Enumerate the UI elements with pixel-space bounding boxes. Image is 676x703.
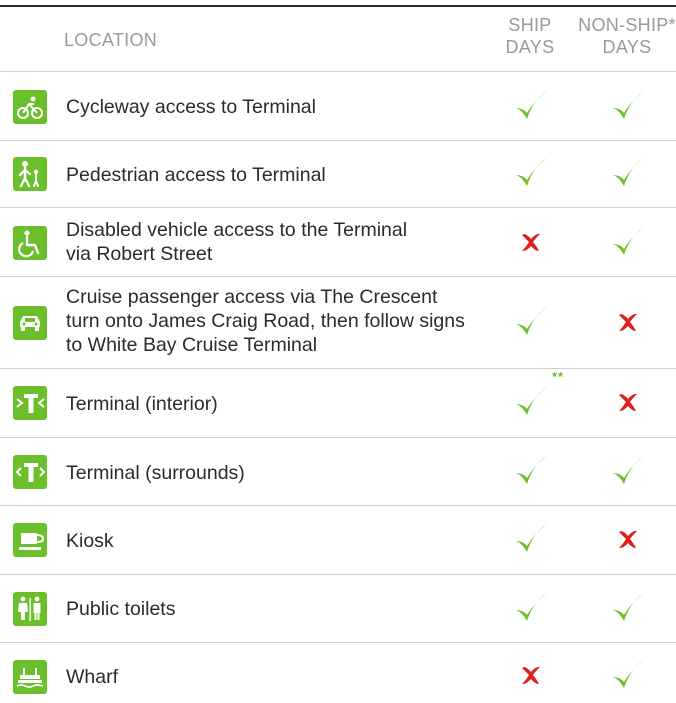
check-icon bbox=[511, 302, 551, 342]
header-ship-days: SHIP DAYS bbox=[500, 14, 560, 74]
check-icon bbox=[511, 451, 551, 491]
table-row: Cruise passenger access via The Crescent… bbox=[0, 277, 676, 369]
cross-icon bbox=[511, 222, 551, 262]
table-row: Pedestrian access to Terminal bbox=[0, 140, 676, 208]
check-icon bbox=[608, 86, 648, 126]
car-icon bbox=[13, 306, 47, 340]
row-label-line: Cruise passenger access via The Crescent bbox=[66, 286, 438, 308]
row-label: Cycleway access to Terminal bbox=[66, 96, 316, 118]
table-row: Disabled vehicle access to the Terminal … bbox=[0, 208, 676, 277]
header-nonship-line2: DAYS bbox=[602, 37, 652, 57]
cross-icon bbox=[608, 302, 648, 342]
row-label-line: turn onto James Craig Road, then follow … bbox=[66, 310, 465, 332]
row-label: Wharf bbox=[66, 666, 119, 688]
pedestrian-icon bbox=[13, 157, 47, 191]
row-label-line: via Robert Street bbox=[66, 243, 213, 265]
header-ship-line1: SHIP bbox=[508, 15, 552, 35]
check-icon bbox=[608, 153, 648, 193]
table-row: Cycleway access to Terminal bbox=[0, 71, 676, 141]
row-label: Cruise passenger access via The Crescent… bbox=[66, 285, 465, 357]
top-rule bbox=[0, 5, 676, 7]
row-label: Pedestrian access to Terminal bbox=[66, 164, 326, 186]
check-icon bbox=[608, 588, 648, 628]
header-ship-line2: DAYS bbox=[505, 37, 555, 57]
wharf-icon bbox=[13, 660, 47, 694]
row-label: Kiosk bbox=[66, 530, 114, 552]
header-nonship-days: NON-SHIP* DAYS bbox=[578, 14, 676, 74]
row-label: Terminal (surrounds) bbox=[66, 462, 245, 484]
check-icon bbox=[608, 222, 648, 262]
table-row: Kiosk bbox=[0, 506, 676, 575]
row-label-line: Disabled vehicle access to the Terminal bbox=[66, 219, 408, 241]
row-label: Disabled vehicle access to the Terminal … bbox=[66, 218, 407, 266]
table-row: Terminal (interior) bbox=[0, 369, 676, 438]
check-icon bbox=[511, 519, 551, 559]
toilets-icon bbox=[13, 592, 47, 626]
table-row: Terminal (surrounds) bbox=[0, 438, 676, 506]
footnote-stars: ** bbox=[552, 369, 565, 384]
cross-icon bbox=[608, 519, 648, 559]
check-icon bbox=[608, 655, 648, 695]
row-label: Public toilets bbox=[66, 598, 176, 620]
cycle-icon bbox=[13, 90, 47, 124]
cross-icon bbox=[511, 655, 551, 695]
check-icon bbox=[511, 588, 551, 628]
row-label-line: to White Bay Cruise Terminal bbox=[66, 334, 318, 356]
kiosk-icon bbox=[13, 523, 47, 557]
check-icon bbox=[511, 382, 551, 422]
cross-icon bbox=[608, 382, 648, 422]
check-icon bbox=[511, 86, 551, 126]
wheelchair-icon bbox=[13, 226, 47, 260]
table-row: Public toilets bbox=[0, 575, 676, 643]
terminal-surrounds-icon bbox=[13, 455, 47, 489]
terminal-interior-icon bbox=[13, 386, 47, 420]
check-icon bbox=[511, 153, 551, 193]
table-row: Wharf bbox=[0, 643, 676, 703]
row-label: Terminal (interior) bbox=[66, 393, 218, 415]
header-nonship-line1: NON-SHIP* bbox=[578, 15, 676, 35]
check-icon bbox=[608, 451, 648, 491]
